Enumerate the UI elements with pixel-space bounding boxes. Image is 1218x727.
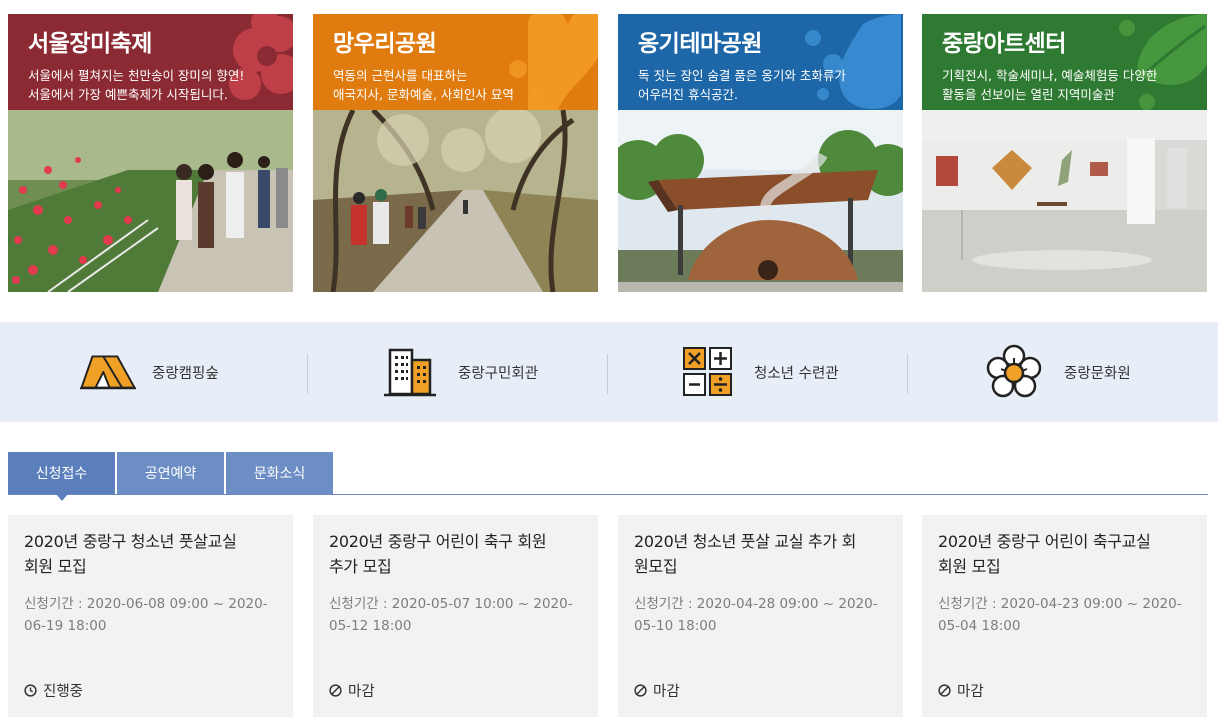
card-header: 옹기테마공원 독 짓는 장인 숨결 품은 옹기와 초화류가 어우러진 휴식공간. [618,14,903,110]
quick-link-label: 중랑캠핑숲 [152,365,219,382]
card-description: 기획전시, 학술세미나, 예술체험등 다양한 활동을 선보이는 열린 지역미술관 [942,68,1158,102]
tab-performance-booking[interactable]: 공연예약 [117,452,224,494]
card-header: 중랑아트센터 기획전시, 학술세미나, 예술체험등 다양한 활동을 선보이는 열… [922,14,1207,110]
card-description: 역동의 근현사를 대표하는 애국지사, 문화예술, 사회인사 묘역 [333,68,514,102]
notice-period: 신청기간 : 2020-04-23 09:00 ~ 2020- 05-04 18:… [938,596,1182,634]
notice-list: 2020년 중랑구 청소년 풋살교실 회원 모집 신청기간 : 2020-06-0… [8,515,1208,717]
card-title: 망우리공원 [333,31,437,57]
notice-title: 2020년 중랑구 어린이 축구교실 회원 모집 [938,532,1151,576]
quick-link-culture-center[interactable]: 중랑문화원 [986,322,1131,422]
notice-period: 신청기간 : 2020-06-08 09:00 ~ 2020- 06-19 18:… [24,596,268,634]
notice-status: 마감 [634,680,680,701]
building-icon [382,344,438,400]
manguri-park-photo [313,110,598,292]
notice-title: 2020년 중랑구 청소년 풋살교실 회원 모집 [24,532,237,576]
notice-tabs: 신청접수 공연예약 문화소식 [8,452,1208,501]
notice-status: 마감 [938,680,984,701]
notice-period: 신청기간 : 2020-05-07 10:00 ~ 2020- 05-12 18:… [329,596,573,634]
card-description: 서울에서 펼쳐지는 천만송이 장미의 향연! 서울에서 가장 예쁜축제가 시작됩… [28,68,245,102]
card-header: 망우리공원 역동의 근현사를 대표하는 애국지사, 문화예술, 사회인사 묘역 [313,14,598,110]
feature-card-art-center[interactable]: 중랑아트센터 기획전시, 학술세미나, 예술체험등 다양한 활동을 선보이는 열… [922,14,1207,292]
divider [607,354,608,394]
card-title: 중랑아트센터 [942,31,1066,57]
clock-icon [24,684,37,697]
notice-title: 2020년 중랑구 어린이 축구 회원 추가 모집 [329,532,547,576]
closed-icon [329,684,342,697]
art-center-photo [922,110,1207,292]
notice-card[interactable]: 2020년 중랑구 청소년 풋살교실 회원 모집 신청기간 : 2020-06-0… [8,515,293,717]
quick-link-label: 청소년 수련관 [754,365,839,382]
tent-icon [80,344,136,400]
divider [907,354,908,394]
feature-card-rose-festival[interactable]: 서울장미축제 서울에서 펼쳐지는 천만송이 장미의 향연! 서울에서 가장 예쁜… [8,14,293,292]
notice-card[interactable]: 2020년 중랑구 어린이 축구교실 회원 모집 신청기간 : 2020-04-2… [922,515,1207,717]
tab-culture-news[interactable]: 문화소식 [226,452,333,494]
feature-card-onggi-park[interactable]: 옹기테마공원 독 짓는 장인 숨결 품은 옹기와 초화류가 어우러진 휴식공간. [618,14,903,292]
card-description: 독 짓는 장인 숨결 품은 옹기와 초화류가 어우러진 휴식공간. [638,68,846,102]
notice-status: 진행중 [24,680,83,701]
card-title: 서울장미축제 [28,31,152,57]
notice-status: 마감 [329,680,375,701]
onggi-park-photo [618,110,903,292]
quick-link-youth-center[interactable]: 청소년 수련관 [680,322,839,422]
card-header: 서울장미축제 서울에서 펼쳐지는 천만송이 장미의 향연! 서울에서 가장 예쁜… [8,14,293,110]
notice-card[interactable]: 2020년 중랑구 어린이 축구 회원 추가 모집 신청기간 : 2020-05-… [313,515,598,717]
notice-title: 2020년 청소년 풋살 교실 추가 회 원모집 [634,532,857,576]
divider [307,354,308,394]
quick-link-community-hall[interactable]: 중랑구민회관 [382,322,538,422]
calculator-icon [680,344,736,400]
quick-links-bar: 중랑캠핑숲 중랑구민회관 청소년 수련관 중랑문화원 [0,322,1218,422]
notice-period: 신청기간 : 2020-04-28 09:00 ~ 2020- 05-10 18:… [634,596,878,634]
feature-card-manguri-park[interactable]: 망우리공원 역동의 근현사를 대표하는 애국지사, 문화예술, 사회인사 묘역 [313,14,598,292]
quick-link-label: 중랑구민회관 [458,365,539,382]
card-title: 옹기테마공원 [638,31,762,57]
rose-festival-photo [8,110,293,292]
quick-link-label: 중랑문화원 [1064,365,1131,382]
notice-card[interactable]: 2020년 청소년 풋살 교실 추가 회 원모집 신청기간 : 2020-04-2… [618,515,903,717]
tab-applications[interactable]: 신청접수 [8,452,115,501]
closed-icon [634,684,647,697]
quick-link-camping-forest[interactable]: 중랑캠핑숲 [80,322,219,422]
flower-icon [986,344,1042,400]
feature-cards: 서울장미축제 서울에서 펼쳐지는 천만송이 장미의 향연! 서울에서 가장 예쁜… [8,14,1208,292]
closed-icon [938,684,951,697]
